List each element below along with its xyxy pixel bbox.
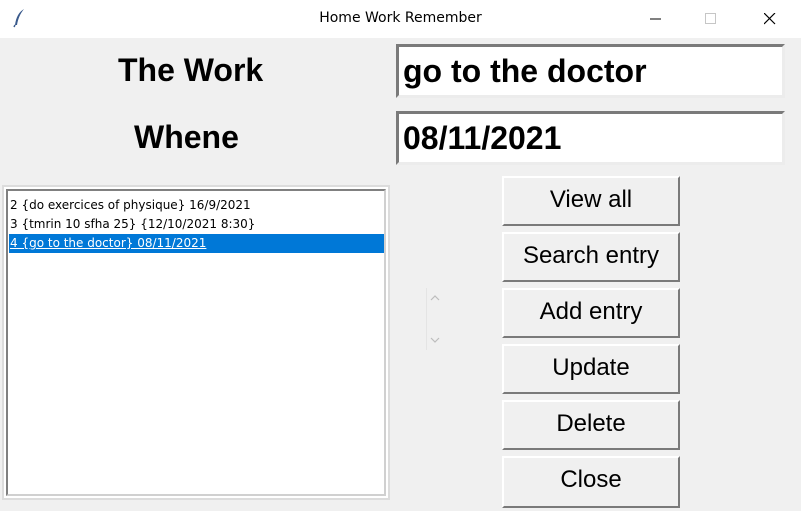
listbox-frame: 2 {do exercices of physique} 16/9/2021 3… [6,189,386,496]
work-input[interactable]: go to the doctor [396,44,785,98]
title-bar: Home Work Remember [0,0,801,38]
chevron-down-icon[interactable] [430,336,440,344]
when-input[interactable]: 08/11/2021 [396,111,785,165]
window-title: Home Work Remember [319,10,482,26]
list-item[interactable]: 3 {tmrin 10 sfha 25} {12/10/2021 8:30} [9,215,384,234]
close-button[interactable]: Close [502,456,680,508]
scrollbar[interactable] [424,288,442,350]
close-window-button[interactable] [747,0,793,38]
add-entry-button[interactable]: Add entry [502,288,680,338]
list-item-selected[interactable]: 4 {go to the doctor} 08/11/2021 [9,234,384,253]
list-item[interactable]: 2 {do exercices of physique} 16/9/2021 [9,196,384,215]
view-all-button[interactable]: View all [502,176,680,226]
update-button[interactable]: Update [502,344,680,394]
delete-button[interactable]: Delete [502,400,680,450]
search-entry-button[interactable]: Search entry [502,232,680,282]
entries-listbox[interactable]: 2 {do exercices of physique} 16/9/2021 3… [2,185,390,500]
minimize-icon [650,18,661,20]
maximize-button[interactable] [688,0,734,38]
maximize-icon [705,13,716,24]
scrollbar-track [426,288,427,350]
close-icon [764,13,776,25]
chevron-up-icon[interactable] [430,294,440,302]
when-label: Whene [134,119,239,155]
work-label: The Work [118,52,264,88]
minimize-button[interactable] [633,0,679,38]
